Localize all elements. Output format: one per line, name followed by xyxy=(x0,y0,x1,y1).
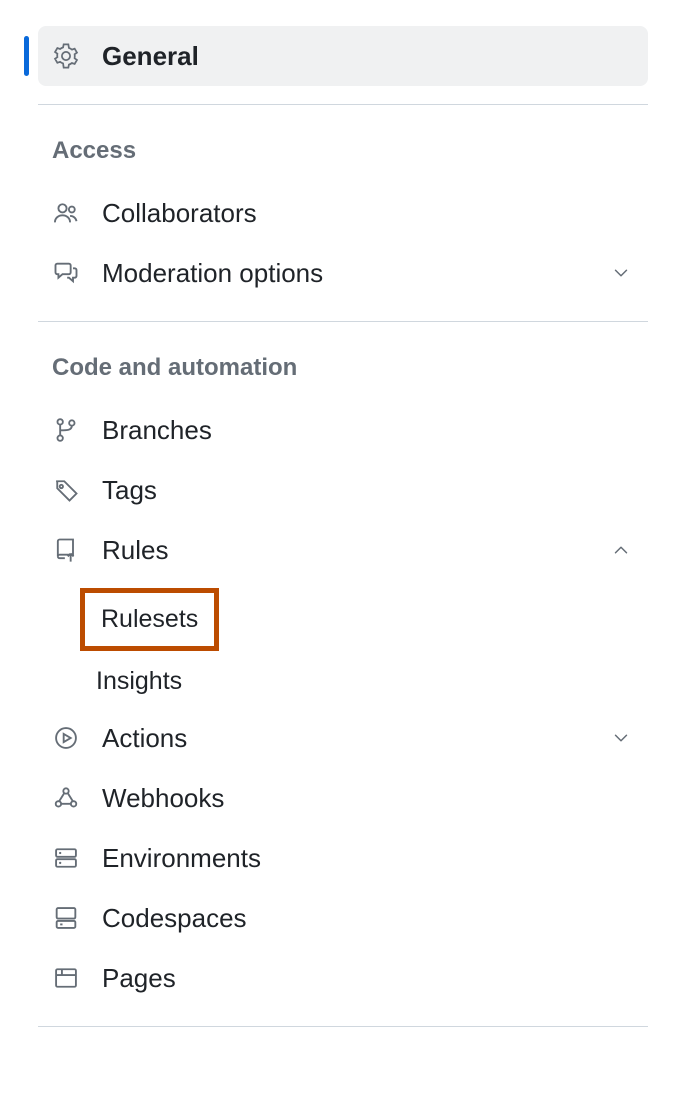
sidebar-item-label: Codespaces xyxy=(102,905,634,931)
chevron-down-icon xyxy=(608,725,634,751)
play-circle-icon xyxy=(52,724,80,752)
people-icon xyxy=(52,199,80,227)
sidebar-subitem-insights[interactable]: Insights xyxy=(80,655,198,708)
chevron-down-icon xyxy=(608,260,634,286)
sidebar-item-label: Pages xyxy=(102,965,634,991)
comment-discussion-icon xyxy=(52,259,80,287)
sidebar-item-codespaces[interactable]: Codespaces xyxy=(38,888,648,948)
server-icon xyxy=(52,844,80,872)
sidebar-item-pages[interactable]: Pages xyxy=(38,948,648,1008)
section-heading-code-automation: Code and automation xyxy=(38,322,648,400)
sidebar-item-general[interactable]: General xyxy=(38,26,648,86)
sidebar-item-label: Rules xyxy=(102,537,608,563)
sidebar-item-environments[interactable]: Environments xyxy=(38,828,648,888)
rules-submenu: Rulesets Insights xyxy=(38,580,648,708)
sidebar-item-actions[interactable]: Actions xyxy=(38,708,648,768)
sidebar-item-label: Moderation options xyxy=(102,260,608,286)
chevron-up-icon xyxy=(608,537,634,563)
sidebar-item-label: Actions xyxy=(102,725,608,751)
sidebar-item-label: Webhooks xyxy=(102,785,634,811)
sidebar-item-tags[interactable]: Tags xyxy=(38,460,648,520)
sidebar-item-label: Environments xyxy=(102,845,634,871)
sidebar-item-branches[interactable]: Branches xyxy=(38,400,648,460)
sidebar-item-rules[interactable]: Rules xyxy=(38,520,648,580)
sidebar-item-webhooks[interactable]: Webhooks xyxy=(38,768,648,828)
sidebar-item-label: Branches xyxy=(102,417,634,443)
gear-icon xyxy=(52,42,80,70)
section-heading-access: Access xyxy=(38,105,648,183)
sidebar-item-label: Tags xyxy=(102,477,634,503)
sidebar-item-label: General xyxy=(102,43,634,69)
sidebar-subitem-rulesets[interactable]: Rulesets xyxy=(80,588,219,651)
git-branch-icon xyxy=(52,416,80,444)
browser-icon xyxy=(52,964,80,992)
sidebar-item-label: Collaborators xyxy=(102,200,634,226)
codespaces-icon xyxy=(52,904,80,932)
divider xyxy=(38,1026,648,1027)
repo-push-icon xyxy=(52,536,80,564)
sidebar-item-collaborators[interactable]: Collaborators xyxy=(38,183,648,243)
webhook-icon xyxy=(52,784,80,812)
active-indicator xyxy=(24,36,29,76)
tag-icon xyxy=(52,476,80,504)
sidebar-item-moderation[interactable]: Moderation options xyxy=(38,243,648,303)
